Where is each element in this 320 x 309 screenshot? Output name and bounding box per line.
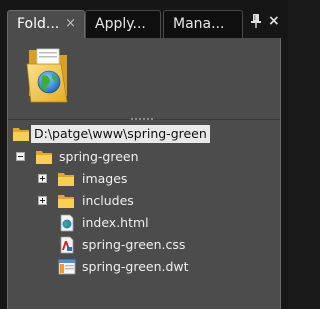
panel-tab-bar: Fold... × Apply... Mana... × — [0, 0, 288, 39]
expand-icon[interactable] — [38, 174, 47, 183]
tab-folders-label: Fold... — [17, 16, 60, 32]
grip-dots — [130, 117, 154, 121]
folders-panel-window: Fold... × Apply... Mana... × D:\patge\ww… — [0, 0, 288, 309]
tree-item-label: spring-green.css — [82, 237, 186, 252]
root-path-label: D:\patge\www\spring-green — [31, 125, 210, 143]
html-file-icon — [58, 214, 76, 232]
folders-panel-content: D:\patge\www\spring-green spring-green i… — [7, 38, 281, 309]
css-file-icon — [58, 236, 76, 254]
tree-item-includes[interactable]: includes — [12, 191, 280, 211]
collapse-icon[interactable] — [16, 152, 25, 161]
tree-item-label: index.html — [82, 215, 149, 230]
tab-folders[interactable]: Fold... × — [7, 10, 85, 39]
tree-item-spring-green[interactable]: spring-green — [12, 147, 280, 167]
tab-application[interactable]: Apply... — [85, 10, 161, 38]
folder-icon — [57, 192, 75, 210]
tab-application-label: Apply... — [95, 16, 146, 32]
folder-icon — [35, 148, 53, 166]
tree-item-css[interactable]: spring-green.css — [12, 235, 280, 255]
folder-icon — [57, 170, 75, 188]
tree-item-images[interactable]: images — [12, 169, 280, 189]
tab-manage-label: Mana... — [173, 16, 225, 32]
dwt-file-icon — [58, 258, 76, 276]
tree-item-label: includes — [82, 193, 134, 208]
site-folder-icon — [21, 46, 71, 104]
panel-close-icon[interactable]: × — [268, 13, 282, 29]
tab-close-icon[interactable]: × — [65, 11, 76, 37]
tree-item-label: images — [82, 171, 128, 186]
folder-icon — [12, 125, 30, 143]
pin-icon[interactable] — [249, 13, 263, 29]
expand-icon[interactable] — [38, 196, 47, 205]
tree-item-index-html[interactable]: index.html — [12, 213, 280, 233]
tree-item-label: spring-green — [59, 149, 139, 164]
tree-item-label: spring-green.dwt — [82, 259, 189, 274]
tree-root-row[interactable]: D:\patge\www\spring-green — [12, 124, 280, 144]
tab-manage[interactable]: Mana... — [163, 10, 243, 38]
panel-resize-grip[interactable] — [8, 117, 280, 123]
tree-item-dwt[interactable]: spring-green.dwt — [12, 257, 280, 277]
